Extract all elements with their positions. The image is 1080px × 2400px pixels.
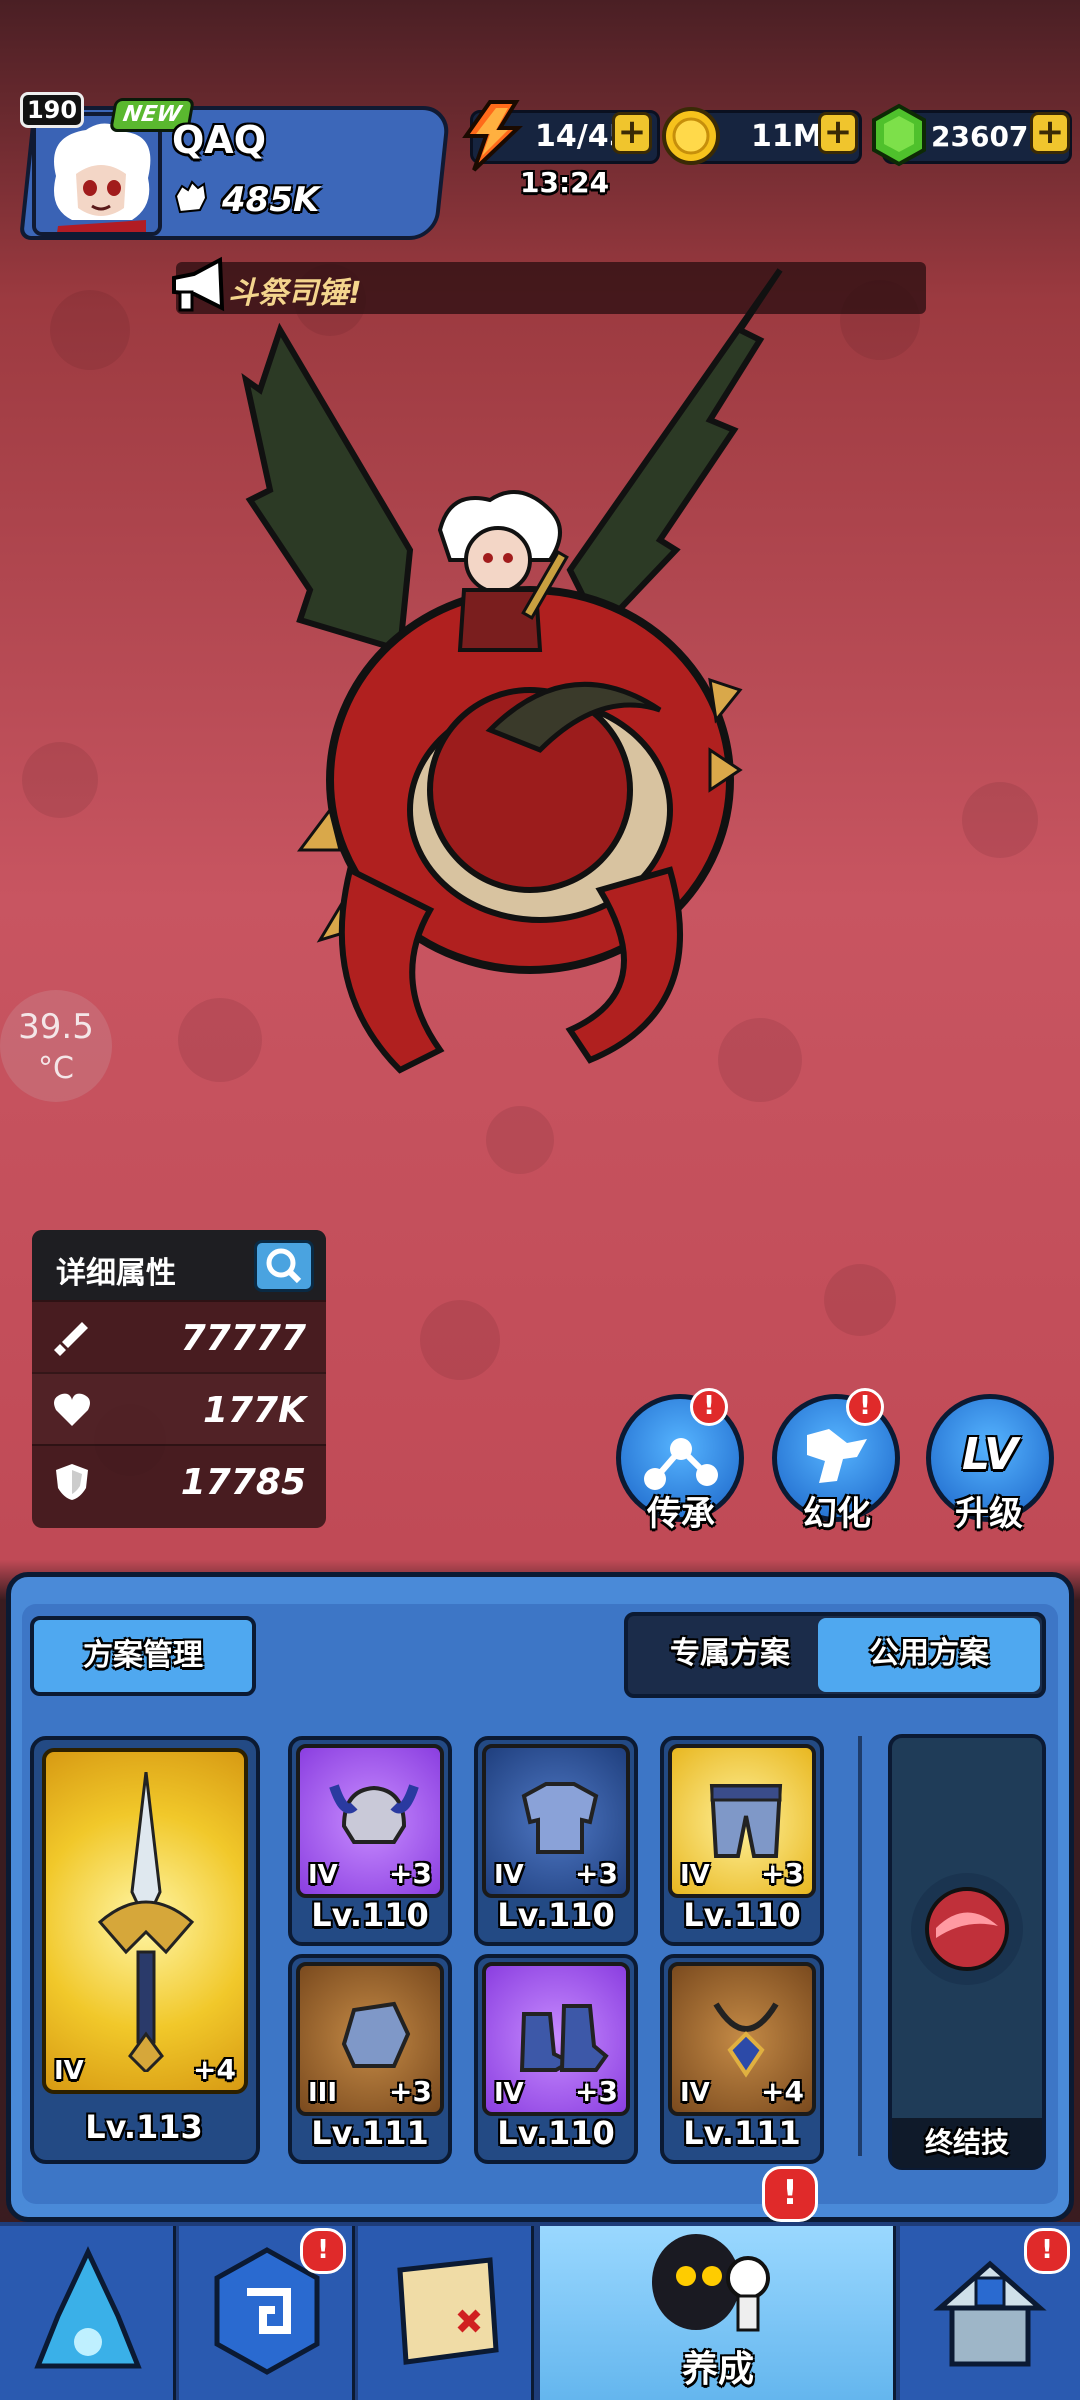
gloves-icon: [341, 2001, 411, 2068]
energy-timer: 13:24: [520, 166, 610, 199]
ultimate-skill-slot[interactable]: [888, 1734, 1046, 2170]
heart-health-icon: [54, 1393, 90, 1426]
necklace-card[interactable]: IV +4: [668, 1962, 816, 2116]
runes-alert-badge: !: [300, 2228, 346, 2274]
gloves-tier: III: [308, 2078, 338, 2108]
helmet-plus: +3: [389, 1857, 432, 1890]
pants-level: Lv.110: [683, 1896, 801, 1934]
necklace-level: Lv.111: [683, 2114, 801, 2152]
dragon-mount-character[interactable]: [240, 250, 800, 1110]
pants-icon: [709, 1784, 783, 1858]
defense-value: 17785: [180, 1462, 306, 1503]
health-value: 177K: [202, 1390, 306, 1431]
gold-value: 11M: [751, 119, 823, 154]
weapon-card[interactable]: IV +4: [42, 1748, 248, 2094]
tab-exclusive-scheme[interactable]: 专属方案: [630, 1618, 830, 1692]
temperature-unit: °C: [38, 1051, 74, 1086]
pants-plus: +3: [761, 1857, 804, 1890]
transform-label: 幻化: [803, 1494, 871, 1534]
device-temperature-bubble: 39.5 °C: [0, 990, 112, 1102]
scheme-management-button[interactable]: 方案管理: [30, 1616, 256, 1696]
weapon-level: Lv.113: [85, 2108, 203, 2146]
inherit-label: 传承: [647, 1494, 715, 1534]
level-up-icon-text: LV: [961, 1429, 1019, 1480]
sword-attack-icon: [54, 1322, 88, 1356]
tab-public-scheme[interactable]: 公用方案: [818, 1618, 1040, 1692]
armor-tier: IV: [494, 1860, 524, 1890]
lightning-energy-icon: [462, 100, 523, 172]
upgrade-label: 升级: [955, 1494, 1023, 1534]
weapon-tier: IV: [54, 2056, 84, 2086]
armor-level: Lv.110: [497, 1896, 615, 1934]
boots-plus: +3: [575, 2075, 618, 2108]
nav-tab-develop[interactable]: 养成: [540, 2226, 896, 2400]
shop-alert-badge: !: [1024, 2228, 1070, 2274]
stats-header: 详细属性: [32, 1230, 326, 1300]
transform-alert-badge: !: [846, 1388, 884, 1426]
boots-tier: IV: [494, 2078, 524, 2108]
detailed-stats-panel: 详细属性 77777 177K 17785: [32, 1230, 326, 1528]
weapon-plus: +4: [193, 2053, 236, 2086]
nav-develop-label: 养成: [681, 2349, 754, 2390]
player-name: QAQ: [172, 118, 267, 162]
sword-weapon-icon: [97, 1772, 195, 2072]
attack-value: 77777: [180, 1318, 306, 1359]
avatar-portrait: [36, 116, 158, 232]
energy-plus-button[interactable]: +: [612, 112, 652, 154]
crystal-castle-icon: [34, 2246, 142, 2369]
gems-plus-button[interactable]: +: [1030, 112, 1070, 154]
gold-plus-button[interactable]: +: [818, 112, 858, 154]
shield-defense-icon: [56, 1464, 88, 1500]
boots-card[interactable]: IV +3: [482, 1962, 630, 2116]
nav-tab-battle[interactable]: [0, 2226, 176, 2400]
armor-plus: +3: [575, 1857, 618, 1890]
necklace-icon: [713, 2002, 779, 2078]
helmet-card[interactable]: IV +3: [296, 1744, 444, 1898]
stat-row-health: 177K: [32, 1372, 326, 1444]
gold-coin-icon: [662, 107, 720, 165]
stat-row-defense: 17785: [32, 1444, 326, 1516]
gloves-plus: +3: [389, 2075, 432, 2108]
armor-icon: [521, 1782, 599, 1854]
boots-icon: [519, 2004, 609, 2072]
temperature-value: 39.5: [18, 1007, 94, 1047]
helmet-level: Lv.110: [311, 1896, 429, 1934]
panel-divider: [858, 1736, 862, 2156]
ultimate-orb-icon: [911, 1873, 1023, 1985]
megaphone-icon: [172, 256, 225, 312]
treasure-map-icon: [397, 2257, 499, 2365]
develop-alert-badge: !: [762, 2166, 818, 2222]
necklace-tier: IV: [680, 2078, 710, 2108]
gloves-card[interactable]: III +3: [296, 1962, 444, 2116]
stats-search-button[interactable]: [254, 1240, 314, 1292]
stats-title: 详细属性: [56, 1256, 176, 1291]
nav-tab-map[interactable]: [358, 2226, 534, 2400]
helmet-tier: IV: [308, 1860, 338, 1890]
stat-row-attack: 77777: [32, 1300, 326, 1372]
armor-card[interactable]: IV +3: [482, 1744, 630, 1898]
pants-card[interactable]: IV +3: [668, 1744, 816, 1898]
combat-power-value: 485K: [222, 180, 320, 220]
gems-value: 23607: [931, 120, 1029, 153]
helmet-icon: [329, 1784, 419, 1844]
ultimate-skill-label: 终结技: [892, 2118, 1042, 2168]
pants-tier: IV: [680, 1860, 710, 1890]
inherit-alert-badge: !: [690, 1388, 728, 1426]
green-gem-icon: [872, 103, 926, 167]
boots-level: Lv.110: [497, 2114, 615, 2152]
fist-power-icon: [174, 180, 208, 214]
necklace-plus: +4: [761, 2075, 804, 2108]
magnifier-icon: [266, 1248, 302, 1284]
gloves-level: Lv.111: [311, 2114, 429, 2152]
player-level-badge: 190: [20, 92, 84, 128]
